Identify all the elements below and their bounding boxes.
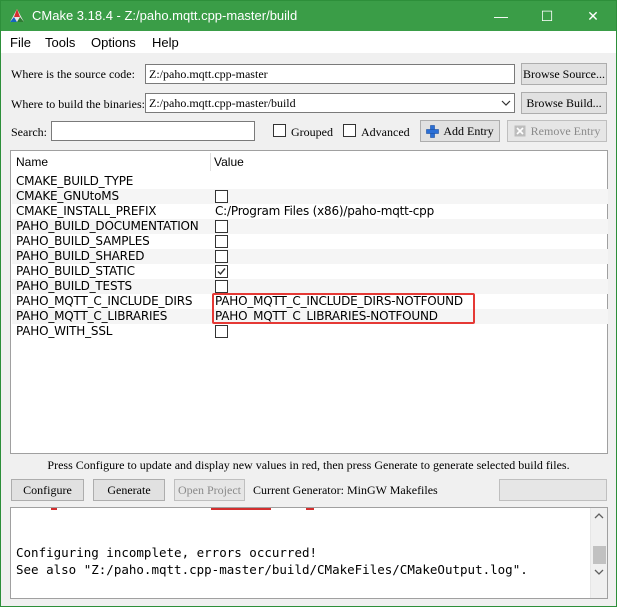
log-error-fragment [51,508,314,510]
variable-checkbox[interactable] [215,235,228,248]
remove-entry-label: Remove Entry [530,123,601,138]
table-row[interactable]: PAHO_BUILD_SHARED [12,249,608,264]
log-line: Configuring incomplete, errors occurred! [16,545,318,560]
binaries-label: Where to build the binaries: [11,97,145,111]
browse-build-button[interactable]: Browse Build... [521,92,607,114]
variable-value[interactable]: C:/Program Files (x86)/paho-mqtt-cpp [215,204,434,218]
open-project-button[interactable]: Open Project [174,479,245,501]
column-header-value[interactable]: Value [214,155,244,169]
variable-name: PAHO_MQTT_C_LIBRARIES [16,309,168,323]
build-path-value: Z:/paho.mqtt.cpp-master/build [149,96,296,110]
source-path-input[interactable]: Z:/paho.mqtt.cpp-master [145,64,515,84]
variable-name: PAHO_WITH_SSL [16,324,113,338]
menu-help[interactable]: Help [152,35,179,50]
close-button[interactable]: ✕ [570,1,616,31]
scroll-down-icon[interactable] [594,568,604,576]
add-entry-label: Add Entry [443,123,494,138]
table-row[interactable]: PAHO_BUILD_DOCUMENTATION [12,219,608,234]
maximize-button[interactable]: ☐ [524,1,570,31]
menu-bar: File Tools Options Help [1,31,616,53]
variable-checkbox[interactable] [215,280,228,293]
minimize-button[interactable]: — [478,1,524,31]
grouped-label[interactable]: Grouped [291,125,333,140]
advanced-label[interactable]: Advanced [361,125,410,140]
build-path-combobox[interactable]: Z:/paho.mqtt.cpp-master/build [145,93,515,113]
progress-bar [499,479,607,501]
variable-name: PAHO_BUILD_SAMPLES [16,234,150,248]
title-bar[interactable]: CMake 3.18.4 - Z:/paho.mqtt.cpp-master/b… [1,1,616,31]
generate-button[interactable]: Generate [93,479,165,501]
variable-checkbox[interactable] [215,265,228,278]
minimize-icon: — [494,8,508,24]
variable-name: CMAKE_INSTALL_PREFIX [16,204,157,218]
current-generator: Current Generator: MinGW Makefiles [253,483,438,497]
variable-name: PAHO_BUILD_SHARED [16,249,145,263]
grouped-checkbox[interactable] [273,124,286,137]
cmake-window: CMake 3.18.4 - Z:/paho.mqtt.cpp-master/b… [0,0,617,607]
log-scroll-thumb[interactable] [593,546,606,564]
table-row[interactable]: CMAKE_INSTALL_PREFIX C:/Program Files (x8… [12,204,608,219]
scroll-up-icon[interactable] [594,512,604,520]
table-row[interactable]: PAHO_BUILD_STATIC [12,264,608,279]
output-log[interactable]: Configuring incomplete, errors occurred!… [10,507,608,599]
log-line: See also "Z:/paho.mqtt.cpp-master/build/… [16,562,528,577]
menu-file[interactable]: File [10,35,31,50]
variable-checkbox[interactable] [215,250,228,263]
menu-tools[interactable]: Tools [45,35,75,50]
variable-name: CMAKE_BUILD_TYPE [16,174,134,188]
log-scrollbar[interactable] [590,508,607,598]
window-title: CMake 3.18.4 - Z:/paho.mqtt.cpp-master/b… [32,8,298,23]
search-input[interactable] [51,121,255,141]
maximize-icon: ☐ [540,7,554,24]
variable-checkbox[interactable] [215,325,228,338]
configure-hint: Press Configure to update and display ne… [47,458,570,472]
configure-button[interactable]: Configure [11,479,84,501]
search-label: Search: [11,125,47,139]
plus-icon [426,124,440,138]
column-divider[interactable] [210,153,211,171]
table-row[interactable]: PAHO_BUILD_SAMPLES [12,234,608,249]
add-entry-button[interactable]: Add Entry [420,120,500,142]
table-row[interactable]: PAHO_WITH_SSL [12,324,608,339]
variable-checkbox[interactable] [215,190,228,203]
error-highlight-box [212,293,475,324]
remove-entry-button[interactable]: Remove Entry [507,120,607,142]
variable-name: CMAKE_GNUtoMS [16,189,119,203]
table-row[interactable]: PAHO_BUILD_TESTS [12,279,608,294]
variable-name: PAHO_MQTT_C_INCLUDE_DIRS [16,294,193,308]
cmake-logo-icon [10,9,24,22]
advanced-checkbox[interactable] [343,124,356,137]
column-header-name[interactable]: Name [16,155,48,169]
variable-name: PAHO_BUILD_DOCUMENTATION [16,219,199,233]
menu-options[interactable]: Options [91,35,136,50]
variable-checkbox[interactable] [215,220,228,233]
variable-name: PAHO_BUILD_STATIC [16,264,135,278]
close-icon: ✕ [587,7,599,24]
browse-source-button[interactable]: Browse Source... [521,63,607,85]
remove-icon [514,125,526,137]
source-label: Where is the source code: [11,67,135,81]
table-row[interactable]: CMAKE_BUILD_TYPE [12,174,608,189]
chevron-down-icon[interactable] [500,97,512,109]
checkmark-icon [217,268,226,276]
variable-name: PAHO_BUILD_TESTS [16,279,132,293]
table-row[interactable]: CMAKE_GNUtoMS [12,189,608,204]
